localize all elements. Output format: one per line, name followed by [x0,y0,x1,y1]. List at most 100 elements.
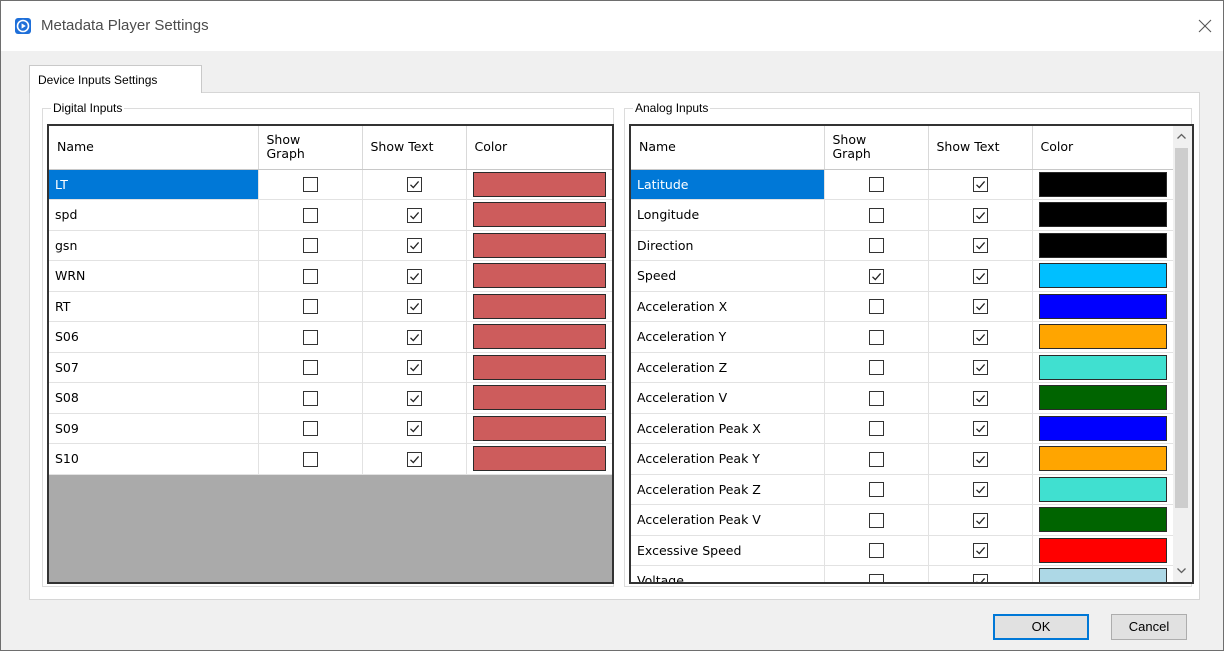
show-graph-cell[interactable] [258,230,363,261]
row-name-cell[interactable]: Acceleration Peak Y [631,443,825,475]
checkbox-checked[interactable] [406,238,422,254]
color-swatch[interactable] [1038,446,1167,472]
show-text-cell[interactable] [362,199,467,231]
table-row[interactable]: S08 [49,382,612,414]
row-name-cell[interactable]: Speed [631,260,825,292]
row-name-cell[interactable]: S10 [49,443,259,475]
checkbox-checked[interactable] [406,390,422,406]
color-cell[interactable] [466,260,612,292]
color-swatch[interactable] [472,354,606,380]
checkbox-unchecked[interactable] [868,329,884,345]
color-swatch[interactable] [1038,385,1167,411]
color-cell[interactable] [1032,504,1174,536]
column-header-show-graph[interactable]: Show Graph [258,126,363,170]
checkbox-checked[interactable] [972,543,988,559]
show-graph-cell[interactable] [258,413,363,444]
row-name-cell[interactable]: spd [49,199,259,231]
table-row[interactable]: S06 [49,321,612,353]
row-name-cell[interactable]: Voltage [631,565,825,582]
show-text-cell[interactable] [928,535,1033,566]
color-cell[interactable] [1032,321,1174,353]
checkbox-unchecked[interactable] [868,390,884,406]
checkbox-checked[interactable] [972,421,988,437]
checkbox-unchecked[interactable] [868,207,884,223]
row-name-cell[interactable]: Acceleration Y [631,321,825,353]
show-text-cell[interactable] [928,382,1033,414]
color-cell[interactable] [466,230,612,261]
color-cell[interactable] [1032,199,1174,231]
checkbox-checked[interactable] [972,177,988,193]
show-graph-cell[interactable] [258,382,363,414]
show-text-cell[interactable] [362,230,467,261]
table-row[interactable]: WRN [49,260,612,292]
checkbox-checked[interactable] [406,299,422,315]
checkbox-unchecked[interactable] [868,177,884,193]
show-text-cell[interactable] [362,413,467,444]
checkbox-unchecked[interactable] [868,451,884,467]
color-swatch[interactable] [1038,507,1167,533]
color-cell[interactable] [1032,413,1174,444]
row-name-cell[interactable]: S09 [49,413,259,444]
show-graph-cell[interactable] [824,260,929,292]
checkbox-unchecked[interactable] [868,238,884,254]
row-name-cell[interactable]: S07 [49,352,259,383]
show-graph-cell[interactable] [824,413,929,444]
color-cell[interactable] [1032,535,1174,566]
color-cell[interactable] [1032,260,1174,292]
checkbox-checked[interactable] [972,238,988,254]
color-cell[interactable] [466,443,612,475]
checkbox-checked[interactable] [972,299,988,315]
color-swatch[interactable] [472,263,606,289]
color-cell[interactable] [466,291,612,322]
column-header-show-graph[interactable]: Show Graph [824,126,929,170]
table-row[interactable]: Latitude [631,169,1174,200]
row-name-cell[interactable]: Longitude [631,199,825,231]
show-text-cell[interactable] [362,291,467,322]
color-cell[interactable] [466,199,612,231]
table-row[interactable]: S10 [49,443,612,475]
checkbox-checked[interactable] [972,482,988,498]
checkbox-unchecked[interactable] [302,451,318,467]
checkbox-unchecked[interactable] [868,512,884,528]
color-cell[interactable] [1032,443,1174,475]
color-swatch[interactable] [1038,476,1167,502]
color-cell[interactable] [1032,382,1174,414]
table-row[interactable]: Acceleration V [631,382,1174,414]
scrollbar-thumb[interactable] [1175,148,1188,508]
table-row[interactable]: Acceleration Peak Y [631,443,1174,475]
column-header-show-text[interactable]: Show Text [928,126,1033,170]
table-row[interactable]: Excessive Speed [631,535,1174,566]
row-name-cell[interactable]: Acceleration V [631,382,825,414]
checkbox-checked[interactable] [972,573,988,582]
checkbox-checked[interactable] [972,451,988,467]
checkbox-unchecked[interactable] [302,421,318,437]
show-text-cell[interactable] [928,474,1033,505]
show-graph-cell[interactable] [824,382,929,414]
show-graph-cell[interactable] [824,199,929,231]
color-swatch[interactable] [472,202,606,228]
table-row[interactable]: gsn [49,230,612,261]
show-graph-cell[interactable] [258,443,363,475]
table-row[interactable]: Acceleration Peak Z [631,474,1174,505]
show-text-cell[interactable] [928,291,1033,322]
show-graph-cell[interactable] [824,321,929,353]
checkbox-unchecked[interactable] [302,177,318,193]
analog-vertical-scrollbar[interactable] [1173,126,1192,582]
color-swatch[interactable] [472,293,606,319]
table-row[interactable]: Acceleration Peak V [631,504,1174,536]
column-header-color[interactable]: Color [1032,126,1174,170]
row-name-cell[interactable]: Direction [631,230,825,261]
color-swatch[interactable] [472,171,606,197]
color-cell[interactable] [466,321,612,353]
color-swatch[interactable] [1038,232,1167,258]
table-row[interactable]: S09 [49,413,612,444]
checkbox-unchecked[interactable] [302,268,318,284]
row-name-cell[interactable]: Excessive Speed [631,535,825,566]
color-cell[interactable] [1032,230,1174,261]
row-name-cell[interactable]: S06 [49,321,259,353]
color-swatch[interactable] [1038,293,1167,319]
color-cell[interactable] [466,169,612,200]
color-cell[interactable] [466,413,612,444]
checkbox-unchecked[interactable] [868,421,884,437]
show-text-cell[interactable] [928,260,1033,292]
